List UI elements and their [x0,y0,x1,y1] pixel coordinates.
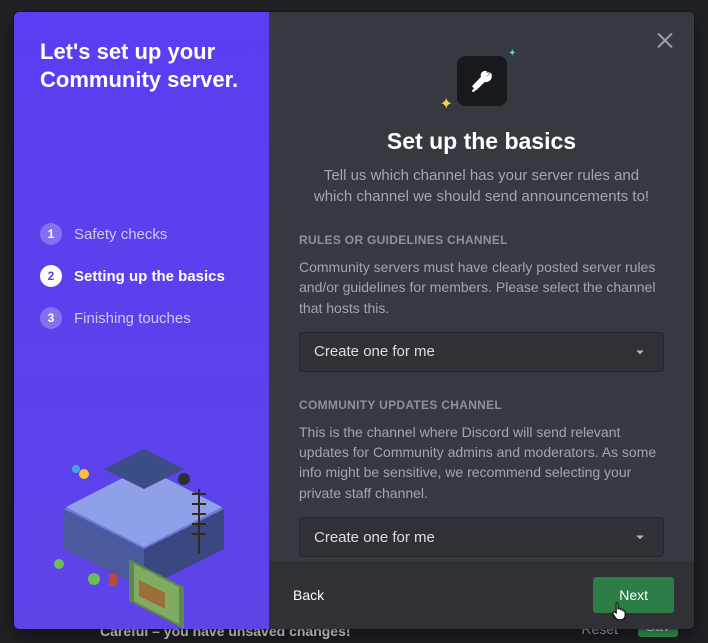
cursor-pointer-icon [611,601,629,621]
updates-channel-label: COMMUNITY UPDATES CHANNEL [299,398,664,412]
setup-main-panel: ✦ ✦ Set up the basics Tell us which chan… [269,12,694,629]
main-heading: Set up the basics [299,128,664,155]
header-icon-wrap: ✦ ✦ [452,48,512,108]
sidebar-title: Let's set up your Community server. [40,38,243,93]
close-icon [653,27,677,51]
sparkle-icon: ✦ [508,48,516,59]
close-button[interactable] [653,27,679,53]
setup-sidebar: Let's set up your Community server. 1 Sa… [14,12,269,629]
back-button[interactable]: Back [289,579,328,611]
step-finishing-touches[interactable]: 3 Finishing touches [40,307,243,329]
setup-steps-list: 1 Safety checks 2 Setting up the basics … [40,223,243,329]
step-safety-checks[interactable]: 1 Safety checks [40,223,243,245]
updates-channel-select[interactable]: Create one for me [299,517,664,557]
rules-channel-select[interactable]: Create one for me [299,332,664,372]
step-label: Setting up the basics [74,268,225,285]
chevron-down-icon [631,528,649,546]
star-icon: ✦ [440,94,453,114]
step-label: Safety checks [74,226,167,243]
sidebar-illustration [14,419,269,629]
step-number: 2 [40,265,62,287]
select-value: Create one for me [314,529,435,546]
select-value: Create one for me [314,343,435,360]
step-setting-up-basics[interactable]: 2 Setting up the basics [40,265,243,287]
updates-channel-description: This is the channel where Discord will s… [299,422,664,503]
step-number: 1 [40,223,62,245]
main-subtitle: Tell us which channel has your server ru… [299,165,664,207]
next-button[interactable]: Next [593,577,674,613]
wrench-icon [469,68,495,94]
community-setup-modal: Let's set up your Community server. 1 Sa… [14,12,694,629]
chevron-down-icon [631,343,649,361]
modal-footer: Back Next [269,561,694,629]
wrench-icon-box [457,56,507,106]
rules-channel-label: RULES OR GUIDELINES CHANNEL [299,233,664,247]
step-number: 3 [40,307,62,329]
rules-channel-description: Community servers must have clearly post… [299,257,664,318]
step-label: Finishing touches [74,310,191,327]
